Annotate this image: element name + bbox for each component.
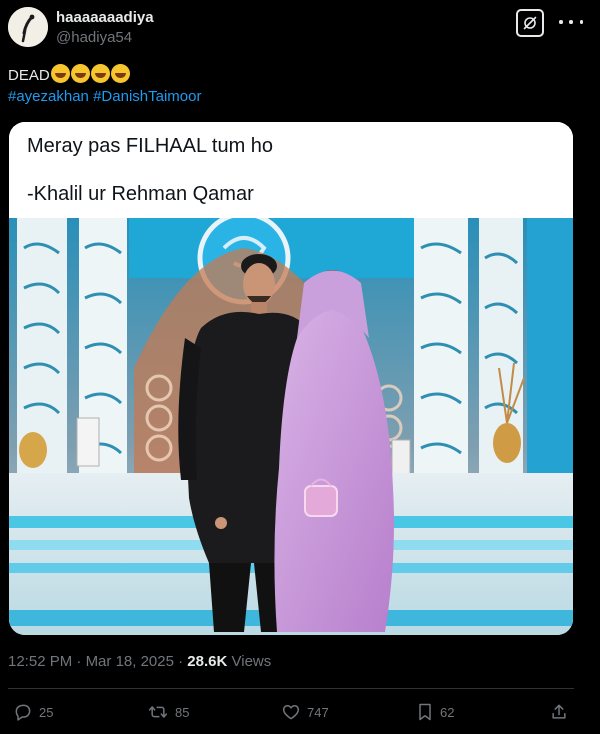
avatar-figure [8,7,48,47]
rolling-laughing-emoji-icon [110,64,130,83]
media-card[interactable]: Meray pas FILHAAL tum ho -Khalil ur Rehm… [9,122,573,635]
reply-button[interactable]: 25 [13,702,53,722]
repost-icon [148,706,168,718]
views-count: 28.6K [187,653,228,670]
tweet-meta: 12:52 PM · Mar 18, 2025 · 28.6K Views [8,653,271,670]
user-handle[interactable]: @hadiya54 [56,29,132,46]
hashtags: #ayezakhan #DanishTaimoor [8,88,201,105]
share-icon [552,704,566,719]
hashtag-danishtaimoor[interactable]: #DanishTaimoor [93,88,201,105]
rolling-laughing-emoji-icon [90,64,110,83]
reply-icon [15,704,31,721]
grok-icon [523,16,537,30]
media-photo[interactable] [9,218,573,635]
bookmark-icon [419,703,431,721]
quote-attribution: -Khalil ur Rehman Qamar [27,183,254,205]
views-label: Views [231,653,272,670]
share-button[interactable] [549,702,569,722]
heart-icon [282,705,300,720]
quote-line: Meray pas FILHAAL tum ho [27,135,274,157]
hashtag-ayezakhan[interactable]: #ayezakhan [8,88,89,105]
avatar[interactable] [8,7,48,47]
tweet-text-content: DEAD [8,67,50,84]
meta-separator: · [76,653,82,670]
tweet-date[interactable]: Mar 18, 2025 [86,653,174,670]
quote-caption: Meray pas FILHAAL tum ho -Khalil ur Rehm… [9,122,573,218]
meta-separator: · [178,653,184,670]
tweet-time[interactable]: 12:52 PM [8,653,72,670]
reply-count: 25 [39,704,54,720]
repost-button[interactable]: 85 [147,702,189,722]
repost-count: 85 [175,704,190,720]
tweet-text: DEAD [8,64,130,84]
like-button[interactable]: 747 [281,702,329,722]
rolling-laughing-emoji-icon [70,64,90,83]
grok-button[interactable] [516,9,544,37]
rolling-laughing-emoji-icon [50,64,70,83]
bookmark-count: 62 [440,704,455,720]
bookmark-button[interactable]: 62 [416,702,454,722]
divider [8,688,574,689]
display-name[interactable]: haaaaaaadiya [56,9,154,26]
like-count: 747 [307,704,329,720]
more-icon[interactable] [559,14,583,30]
